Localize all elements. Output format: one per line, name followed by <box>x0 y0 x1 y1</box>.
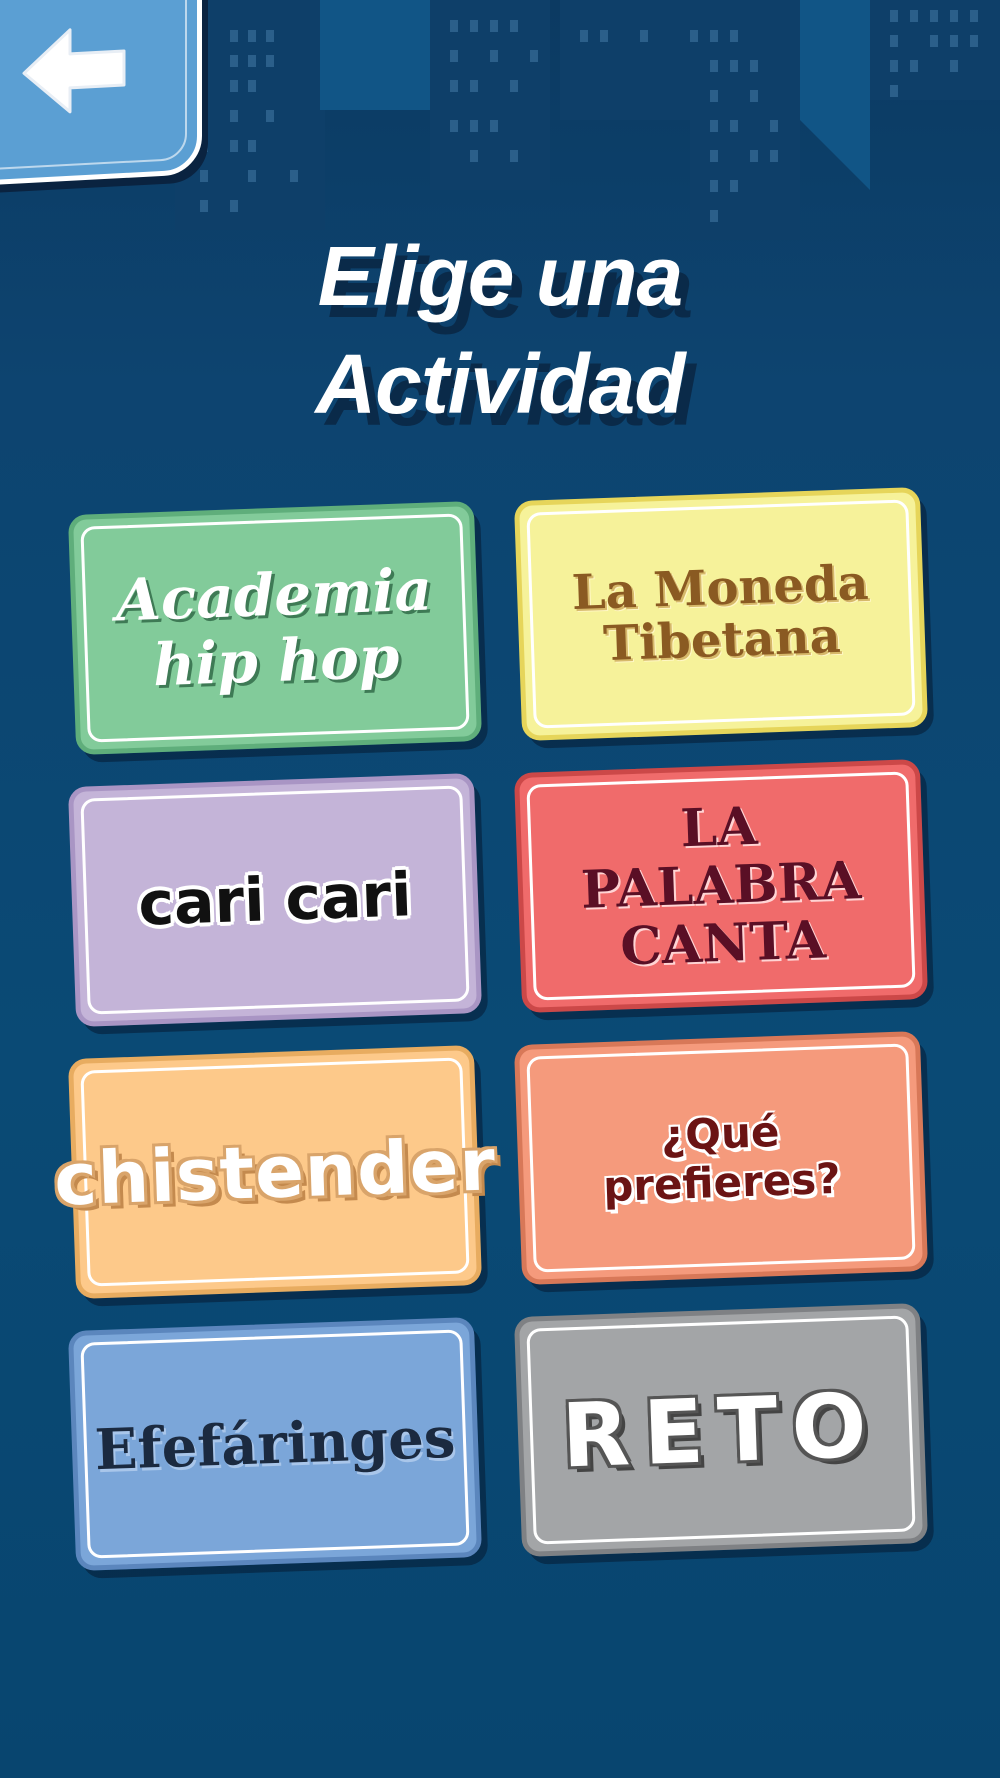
activity-card-academia-hip-hop[interactable]: Academia hip hop <box>67 500 483 756</box>
activity-label: ¿Qué prefieres? <box>534 1032 908 1285</box>
activity-label-line2: Tibetana <box>602 607 842 673</box>
activity-card-efefaringes[interactable]: Efefáringes <box>67 1316 483 1572</box>
activity-label: Efefáringes <box>88 1318 462 1571</box>
activity-label-line1: chistender <box>52 1122 498 1222</box>
activity-card-la-moneda-tibetana[interactable]: La Moneda Tibetana <box>513 486 929 742</box>
activity-label: Academia hip hop <box>88 502 462 755</box>
activity-label: La Moneda Tibetana <box>534 488 908 741</box>
activity-label-line1: RETO <box>559 1372 883 1488</box>
activity-label: RETO <box>534 1304 908 1557</box>
page-title-line2: Actividad <box>315 337 685 431</box>
activity-label-line1: LA PALABRA <box>579 795 863 921</box>
arrow-left-icon <box>22 28 126 114</box>
activity-label-line1: Academia <box>114 555 434 635</box>
activity-card-cari-cari[interactable]: cari cari <box>67 772 483 1028</box>
back-button[interactable] <box>0 0 202 187</box>
activity-card-que-prefieres[interactable]: ¿Qué prefieres? <box>513 1030 929 1286</box>
activity-label-line2: hip hop <box>151 622 401 700</box>
page-title-line1: Elige una <box>317 229 683 323</box>
activity-label-line1: ¿Qué prefieres? <box>602 1106 842 1212</box>
activity-card-reto[interactable]: RETO <box>513 1302 929 1558</box>
page-title: Elige una Actividad <box>0 222 1000 438</box>
activity-card-chistender[interactable]: chistender <box>53 1044 498 1300</box>
activity-card-la-palabra-canta[interactable]: LA PALABRA CANTA <box>513 758 929 1014</box>
activity-label-line1: cari cari <box>137 860 413 940</box>
activity-label: LA PALABRA CANTA <box>534 760 908 1013</box>
activity-label-line1: Efefáringes <box>93 1404 457 1484</box>
activity-label: chistender <box>53 1046 498 1299</box>
activity-label: cari cari <box>88 774 462 1027</box>
